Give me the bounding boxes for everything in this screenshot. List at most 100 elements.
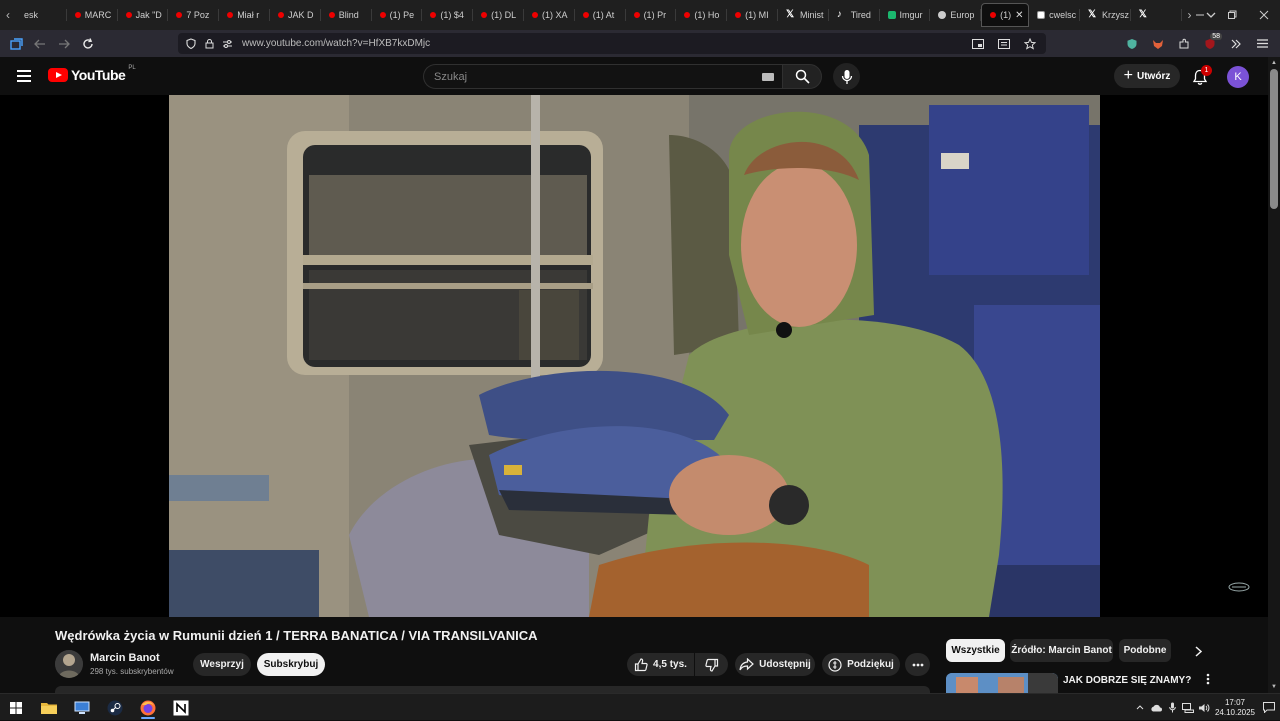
- close-tab-icon[interactable]: ✕: [1015, 10, 1023, 21]
- restore-button[interactable]: [1216, 0, 1248, 30]
- channel-watermark-icon[interactable]: [1227, 582, 1251, 592]
- close-window-button[interactable]: [1248, 0, 1280, 30]
- notion-app-icon[interactable]: [168, 696, 194, 719]
- remote-desktop-icon[interactable]: [69, 696, 95, 719]
- youtube-logo[interactable]: YouTube PL: [48, 65, 136, 83]
- browser-tab[interactable]: Miał r: [219, 3, 270, 27]
- youtube-favicon-icon: [277, 12, 284, 18]
- recommendation-title[interactable]: JAK DOBRZE SIĘ ZNAMY?: [1063, 675, 1191, 686]
- voice-search-button[interactable]: [833, 63, 860, 90]
- page-scrollbar[interactable]: ▲ ▼: [1268, 57, 1280, 693]
- thumbs-up-icon: [634, 657, 648, 671]
- youtube-favicon-icon: [531, 12, 538, 18]
- channel-avatar[interactable]: [55, 650, 83, 678]
- browser-tab[interactable]: MARC: [67, 3, 118, 27]
- browser-tab[interactable]: 𝕏 Krzysz: [1080, 3, 1131, 27]
- lock-icon[interactable]: [200, 38, 218, 49]
- back-button[interactable]: [28, 32, 52, 56]
- browser-tab[interactable]: (1) XA: [524, 3, 575, 27]
- youtube-favicon-icon: [125, 12, 132, 18]
- browser-tab[interactable]: 𝕏: [1131, 3, 1182, 27]
- tiktok-favicon-icon: ♪: [836, 9, 842, 20]
- more-tools-icon[interactable]: [1224, 32, 1248, 56]
- permissions-icon[interactable]: [218, 39, 236, 48]
- reload-button[interactable]: [76, 32, 100, 56]
- browser-tab[interactable]: 𝕏 Minist: [778, 3, 829, 27]
- browser-tab[interactable]: (1) Ho: [676, 3, 727, 27]
- channel-avatar-image: [55, 650, 83, 678]
- tab-scroll-left-icon[interactable]: ‹: [0, 0, 16, 30]
- notifications-button[interactable]: 1: [1189, 65, 1212, 88]
- steam-icon[interactable]: [102, 696, 128, 719]
- browser-tab[interactable]: (1) $4: [422, 3, 473, 27]
- browser-tab[interactable]: Jak "D: [118, 3, 169, 27]
- minimize-button[interactable]: [1184, 0, 1216, 30]
- firefox-icon[interactable]: [135, 696, 161, 719]
- scrollbar-thumb[interactable]: [1270, 69, 1278, 209]
- browser-tab[interactable]: 7 Poz: [168, 3, 219, 27]
- subscribe-button[interactable]: Subskrybuj: [257, 653, 325, 676]
- keyboard-icon[interactable]: [762, 73, 774, 81]
- privacy-extension-icon[interactable]: [1120, 32, 1144, 56]
- bookmark-star-icon[interactable]: [1018, 32, 1042, 56]
- reader-view-icon[interactable]: [992, 32, 1016, 56]
- search-input[interactable]: Szukaj: [423, 64, 782, 89]
- fox-extension-icon[interactable]: [1146, 32, 1170, 56]
- ublock-extension-icon[interactable]: 58: [1198, 32, 1222, 56]
- channel-name[interactable]: Marcin Banot: [90, 652, 160, 664]
- tab-groups-icon[interactable]: [4, 32, 28, 56]
- video-frame[interactable]: [169, 95, 1100, 617]
- thanks-button[interactable]: Podziękuj: [822, 653, 900, 676]
- description-box[interactable]: [55, 686, 930, 693]
- network-icon[interactable]: [1180, 694, 1196, 721]
- youtube-masthead: YouTube PL Szukaj + Utwórz 1 K: [0, 57, 1268, 95]
- clock[interactable]: 17:07 24.10.2025: [1212, 698, 1258, 718]
- file-explorer-icon[interactable]: [36, 696, 62, 719]
- browser-tab[interactable]: cwelsc: [1029, 3, 1080, 27]
- tracking-shield-icon[interactable]: [182, 38, 200, 49]
- app-menu-icon[interactable]: [1250, 32, 1274, 56]
- browser-tab[interactable]: ♪ Tired: [829, 3, 880, 27]
- chevron-right-icon[interactable]: [1190, 644, 1206, 658]
- browser-tab[interactable]: (1) At: [575, 3, 626, 27]
- more-actions-button[interactable]: [905, 653, 930, 676]
- europe-favicon-icon: [938, 11, 947, 19]
- picture-in-picture-icon[interactable]: [966, 32, 990, 56]
- tray-overflow-icon[interactable]: [1132, 694, 1148, 721]
- share-button[interactable]: Udostępnij: [735, 653, 815, 676]
- browser-tab[interactable]: (1) DL: [473, 3, 524, 27]
- recommendation-more-icon[interactable]: [1202, 673, 1214, 689]
- browser-tab[interactable]: (1) Pe: [372, 3, 423, 27]
- browser-tab[interactable]: Imgur: [880, 3, 931, 27]
- address-bar[interactable]: www.youtube.com/watch?v=HfXB7kxDMjc: [178, 33, 1046, 54]
- browser-tab[interactable]: esk: [16, 3, 67, 27]
- create-button[interactable]: + Utwórz: [1114, 64, 1180, 88]
- notification-center-icon[interactable]: [1258, 694, 1280, 721]
- dislike-button[interactable]: [695, 653, 728, 676]
- onedrive-icon[interactable]: [1148, 694, 1164, 721]
- guide-menu-icon[interactable]: [12, 64, 36, 88]
- video-player[interactable]: [0, 95, 1268, 617]
- scroll-down-icon[interactable]: ▼: [1270, 683, 1278, 691]
- search-button[interactable]: [782, 64, 822, 89]
- browser-tab[interactable]: JAK D: [270, 3, 321, 27]
- account-avatar[interactable]: K: [1227, 66, 1249, 88]
- chip-similar[interactable]: Podobne: [1119, 639, 1171, 662]
- browser-tab-active[interactable]: (1) ✕: [981, 3, 1030, 27]
- like-button[interactable]: 4,5 tys.: [627, 653, 694, 676]
- support-button[interactable]: Wesprzyj: [193, 653, 251, 676]
- browser-tab[interactable]: (1) Pr: [626, 3, 677, 27]
- youtube-favicon-icon: [430, 12, 437, 18]
- recommendation-thumbnail[interactable]: [946, 673, 1058, 693]
- extensions-puzzle-icon[interactable]: [1172, 32, 1196, 56]
- chip-source[interactable]: Źródło: Marcin Banot: [1010, 639, 1113, 662]
- browser-tab[interactable]: Blind: [321, 3, 372, 27]
- volume-icon[interactable]: [1196, 694, 1212, 721]
- browser-tab[interactable]: Europ: [930, 3, 981, 27]
- microphone-tray-icon[interactable]: [1164, 694, 1180, 721]
- start-button[interactable]: [3, 696, 29, 719]
- scroll-up-icon[interactable]: ▲: [1270, 59, 1278, 67]
- forward-button[interactable]: [52, 32, 76, 56]
- browser-tab[interactable]: (1) MI: [727, 3, 778, 27]
- chip-all[interactable]: Wszystkie: [946, 639, 1005, 662]
